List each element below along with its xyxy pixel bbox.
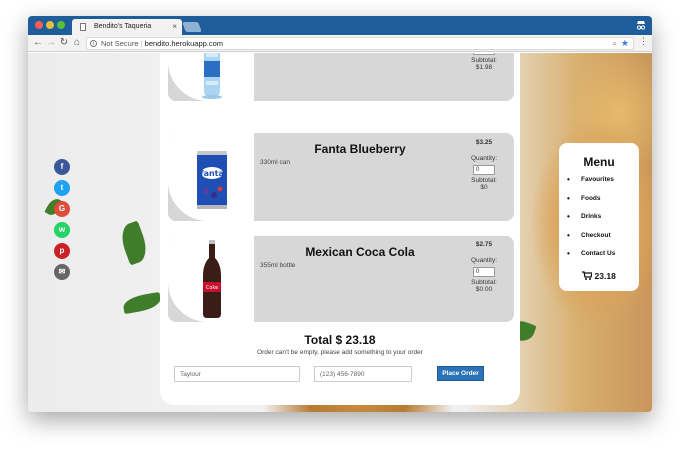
new-tab-button[interactable] [182,22,202,32]
item-price: $2.75 [475,241,493,248]
svg-text:fanta: fanta [200,169,224,178]
quantity-label: Quantity: [470,257,497,264]
name-input[interactable]: Taylour [174,366,300,382]
info-icon[interactable]: i [90,40,97,47]
decorative-leaf [121,291,163,315]
order-item-water: 2 Subtotal: $1.98 [168,53,514,101]
order-item-coke: Coke Mexican Coca Cola 355ml bottle $2.7… [168,236,514,322]
order-item-fanta: fanta Fanta Blueberry 330ml can $3.25 Qu… [168,133,514,221]
item-name: Fanta Blueberry [314,142,406,156]
incognito-icon [635,19,647,31]
water-bottle-image [168,53,254,101]
cart-summary[interactable]: 23.18 [559,271,639,281]
minimize-window-button[interactable] [46,21,54,29]
home-icon[interactable]: ⌂ [71,37,83,49]
twitter-icon[interactable]: t [54,180,70,196]
subtotal-value: $0 [480,184,488,191]
reload-icon[interactable]: ↻ [58,37,70,49]
browser-menu-icon[interactable]: ⋮ [639,36,648,47]
side-menu: Menu Favourites Foods Drinks Checkout Co… [559,143,639,291]
order-note: Order can't be empty, please add somethi… [257,349,423,356]
back-icon[interactable]: ← [32,37,44,49]
tab-close-icon[interactable]: × [172,22,177,31]
browser-window: Bendito's Taqueria × ← → ↻ ⌂ i Not Secur… [28,16,652,412]
quantity-input[interactable]: 0 [473,267,495,277]
page-icon [80,23,86,31]
subtotal-value: $1.98 [475,64,493,71]
item-name: Mexican Coca Cola [305,245,415,259]
item-side-panel: 2 Subtotal: $1.98 [454,53,514,71]
page-viewport: 2 Subtotal: $1.98 fanta [28,53,652,412]
subtotal-value: $0.00 [475,286,493,293]
item-price: $3.25 [475,139,493,146]
quantity-label: Quantity: [470,155,497,162]
browser-tab[interactable]: Bendito's Taqueria × [72,19,182,35]
facebook-icon[interactable]: f [54,159,70,175]
subtotal-label: Subtotal: [471,279,497,286]
email-icon[interactable]: ✉ [54,264,70,280]
browser-toolbar: ← → ↻ ⌂ i Not Secure | bendito.herokuapp… [28,35,652,52]
tab-title: Bendito's Taqueria [94,23,152,30]
coke-bottle-image: Coke [168,236,254,322]
pinterest-icon[interactable]: p [54,243,70,259]
place-order-button[interactable]: Place Order [437,366,484,381]
whatsapp-icon[interactable]: w [54,222,70,238]
url-text: bendito.herokuapp.com [144,39,224,48]
forward-icon[interactable]: → [45,37,57,49]
cart-total: 23.18 [594,271,616,281]
close-window-button[interactable] [35,21,43,29]
bookmark-star-icon[interactable]: ★ [621,38,629,49]
item-side-panel: $3.25 Quantity: 0 Subtotal: $0 [454,139,514,191]
item-description: 330ml can [260,159,290,166]
quantity-input[interactable]: 0 [473,165,495,175]
order-total: Total $ 23.18 [304,333,376,347]
item-description: 355ml bottle [260,262,296,269]
fanta-can-image: fanta [168,133,254,221]
subtotal-label: Subtotal: [471,177,497,184]
google-plus-icon[interactable]: G [54,201,70,217]
security-label: Not Secure [101,39,139,48]
maximize-window-button[interactable] [57,21,65,29]
title-bar: Bendito's Taqueria × [28,16,652,35]
item-side-panel: $2.75 Quantity: 0 Subtotal: $0.00 [454,241,514,293]
menu-title: Menu [583,155,615,169]
shopping-cart-icon [582,271,594,280]
quantity-input[interactable]: 2 [473,53,495,55]
decorative-leaf [116,220,152,266]
phone-input[interactable]: (123) 456-7890 [314,366,412,382]
search-icon[interactable]: ⌕ [613,39,617,49]
subtotal-label: Subtotal: [471,57,497,64]
address-bar[interactable]: i Not Secure | bendito.herokuapp.com ⌕ ★ [86,37,634,50]
order-card: 2 Subtotal: $1.98 fanta [160,53,520,405]
svg-text:Coke: Coke [206,285,218,291]
